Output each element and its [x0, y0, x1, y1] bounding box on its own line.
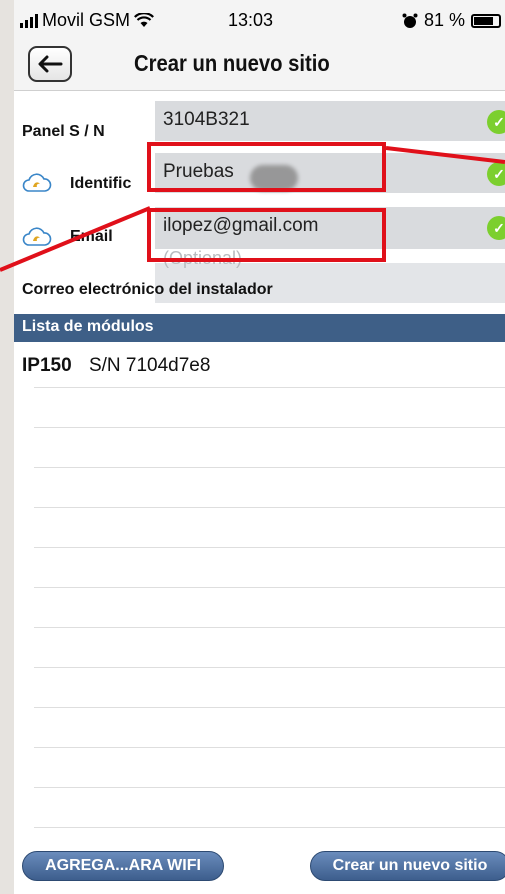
list-divider	[34, 667, 505, 668]
email-check-icon: ✓	[487, 216, 505, 240]
module-list-header: Lista de módulos	[14, 314, 505, 342]
list-divider	[34, 787, 505, 788]
nav-bar: Crear un nuevo sitio	[14, 40, 505, 91]
module-model: IP150	[22, 355, 72, 376]
carrier-name: Movil GSM	[42, 10, 131, 30]
list-divider	[34, 547, 505, 548]
status-time: 13:03	[228, 10, 274, 30]
panel-sn-check-icon: ✓	[487, 110, 505, 134]
list-divider	[34, 587, 505, 588]
add-wifi-button[interactable]: AGREGA...ARA WIFI	[22, 851, 224, 881]
create-site-button[interactable]: Crear un nuevo sitio	[310, 851, 505, 881]
alarm-icon	[402, 13, 418, 28]
email-highlight-box	[147, 208, 386, 262]
battery-percent: 81 %	[423, 10, 465, 30]
carrier-info: Movil GSM	[20, 10, 154, 31]
signal-icon	[20, 13, 38, 28]
battery-fill	[474, 16, 493, 25]
wifi-icon	[134, 13, 154, 27]
site-form: Panel S / N 3104B321 ✓ Identific Pruebas…	[14, 91, 505, 313]
list-divider	[34, 707, 505, 708]
cloud-swan-icon	[22, 227, 52, 246]
installer-email-label: Correo electrónico del instalador	[22, 281, 273, 298]
arrow-left-icon	[38, 55, 63, 73]
identifier-highlight-box	[147, 142, 386, 192]
cloud-swan-icon	[22, 173, 52, 192]
panel-sn-label: Panel S / N	[22, 123, 105, 140]
module-serial: S/N 7104d7e8	[88, 355, 211, 376]
module-row[interactable]: IP150 S/N 7104d7e8	[22, 355, 210, 377]
status-bar: Movil GSM 13:03 81 %	[14, 0, 505, 40]
list-divider	[34, 467, 505, 468]
list-divider	[34, 507, 505, 508]
list-divider	[34, 427, 505, 428]
screenshot-frame: Movil GSM 13:03 81 % Crear un nuevo siti…	[0, 0, 505, 894]
battery-icon	[471, 13, 501, 28]
list-divider	[34, 827, 505, 828]
status-right: 81 %	[402, 10, 501, 31]
identifier-check-icon: ✓	[487, 162, 505, 186]
email-label: Email	[70, 228, 113, 245]
phone-screen: Movil GSM 13:03 81 % Crear un nuevo siti…	[14, 0, 505, 894]
panel-sn-field[interactable]: 3104B321	[155, 101, 505, 141]
list-divider	[34, 627, 505, 628]
list-divider	[34, 747, 505, 748]
back-button[interactable]	[28, 46, 72, 82]
page-title: Crear un nuevo sitio	[134, 50, 330, 76]
identifier-label: Identific	[70, 175, 132, 192]
list-divider	[34, 387, 505, 388]
